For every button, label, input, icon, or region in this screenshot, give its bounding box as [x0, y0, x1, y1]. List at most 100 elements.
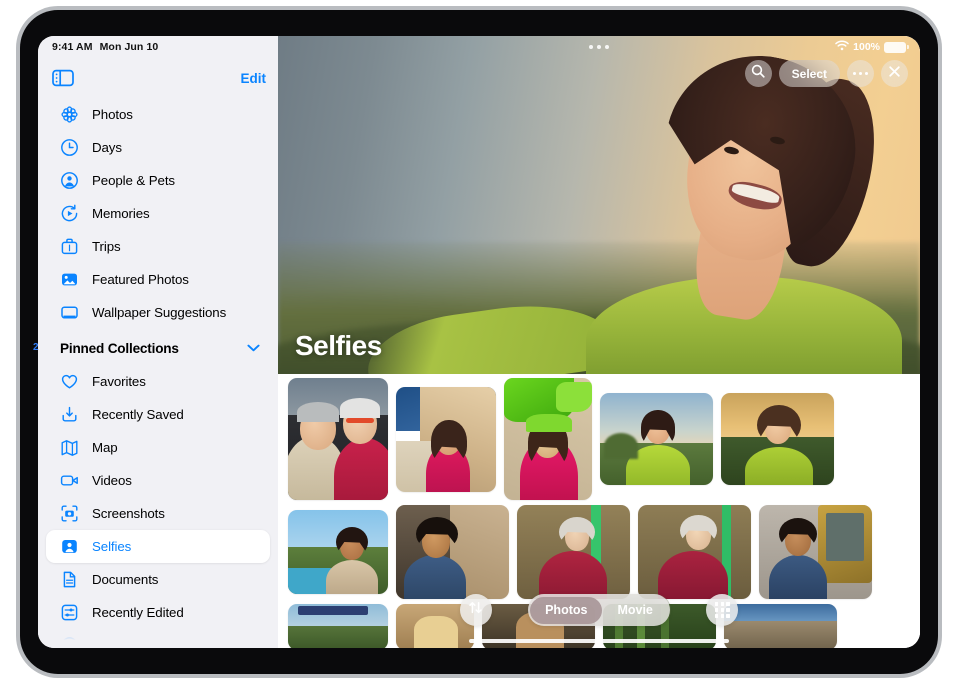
pinned-collections-header[interactable]: Pinned Collections: [38, 331, 278, 365]
photo-grid-row: [288, 378, 912, 500]
sidebar-item-wallpaper-suggestions[interactable]: Wallpaper Suggestions: [46, 296, 270, 329]
eye-icon: [60, 636, 79, 648]
sidebar-item-featured-photos[interactable]: Featured Photos: [46, 263, 270, 296]
more-options-icon: [853, 72, 868, 75]
edit-button[interactable]: Edit: [241, 71, 267, 86]
status-bar-left: 9:41 AM Mon Jun 10: [38, 36, 278, 58]
photo-thumbnail[interactable]: [288, 378, 388, 500]
photo-thumbnail[interactable]: [504, 378, 592, 500]
featured-photo-icon: [60, 270, 79, 289]
sidebar-toggle-icon[interactable]: [52, 69, 74, 87]
segment-label: Movie: [617, 603, 652, 617]
photo-thumbnail[interactable]: [288, 510, 388, 594]
detail-toolbar: Select: [745, 60, 908, 87]
sidebar-item-label: Trips: [92, 239, 121, 254]
photo-thumbnail[interactable]: [517, 505, 630, 599]
sidebar-item-trips[interactable]: Trips: [46, 230, 270, 263]
heart-icon: [60, 372, 79, 391]
sidebar-item-label: Photos: [92, 107, 133, 122]
ipad-device-frame: 2 9:41 AM Mon Jun 10: [16, 6, 942, 678]
hero-subject: [578, 44, 908, 374]
photo-thumbnail[interactable]: [638, 505, 751, 599]
close-button[interactable]: [881, 60, 908, 87]
sidebar-item-recently-viewed[interactable]: Recently Viewed: [46, 629, 270, 648]
selfie-person-icon: [60, 537, 79, 556]
suitcase-icon: [60, 237, 79, 256]
segment-label: Photos: [545, 603, 587, 617]
memories-play-icon: [60, 204, 79, 223]
download-box-icon: [60, 405, 79, 424]
photo-grid-row: [288, 505, 912, 599]
sort-button[interactable]: [460, 594, 492, 626]
sliders-icon: [60, 603, 79, 622]
sidebar-header: Edit: [38, 58, 278, 98]
photos-flower-icon: [60, 105, 79, 124]
photo-thumbnail[interactable]: [721, 393, 834, 485]
sidebar-item-label: People & Pets: [92, 173, 175, 188]
status-time: 9:41 AM: [52, 41, 93, 53]
sidebar-item-screenshots[interactable]: Screenshots: [46, 497, 270, 530]
select-button[interactable]: Select: [779, 60, 840, 87]
sidebar-item-label: Documents: [92, 572, 158, 587]
clock-icon: [60, 138, 79, 157]
sidebar-item-label: Map: [92, 440, 118, 455]
map-icon: [60, 438, 79, 457]
more-options-button[interactable]: [847, 60, 874, 87]
status-bar-right-region: 100%: [278, 36, 920, 58]
wifi-icon: [835, 40, 849, 54]
sidebar-item-label: Screenshots: [92, 506, 165, 521]
sidebar-item-people-pets[interactable]: People & Pets: [46, 164, 270, 197]
sidebar-item-label: Selfies: [92, 539, 131, 554]
sidebar-item-label: Featured Photos: [92, 272, 189, 287]
sidebar-item-label: Memories: [92, 206, 150, 221]
sidebar-item-label: Wallpaper Suggestions: [92, 305, 226, 320]
sidebar-item-photos[interactable]: Photos: [46, 98, 270, 131]
grid-layout-icon: [715, 602, 730, 617]
segment-photos[interactable]: Photos: [530, 597, 602, 624]
annotation-marker-2: 2: [33, 342, 39, 353]
ipad-screen: 9:41 AM Mon Jun 10 Edit: [38, 36, 920, 648]
select-label: Select: [792, 67, 827, 81]
sidebar-item-memories[interactable]: Memories: [46, 197, 270, 230]
close-x-icon: [888, 65, 901, 83]
sidebar-item-documents[interactable]: Documents: [46, 563, 270, 596]
detail-pane: Selfies 100%: [278, 36, 920, 648]
photo-thumbnail[interactable]: [396, 387, 496, 492]
document-icon: [60, 570, 79, 589]
sidebar-item-recently-saved[interactable]: Recently Saved: [46, 398, 270, 431]
multitasking-dots-icon[interactable]: [589, 45, 609, 49]
device-bezel: 9:41 AM Mon Jun 10 Edit: [20, 10, 938, 674]
battery-percent-label: 100%: [853, 41, 880, 53]
sidebar: 9:41 AM Mon Jun 10 Edit: [38, 36, 278, 648]
chevron-down-icon[interactable]: [247, 339, 260, 357]
home-indicator[interactable]: [469, 639, 729, 644]
person-circle-icon: [60, 171, 79, 190]
sidebar-item-label: Favorites: [92, 374, 146, 389]
media-type-segmented-control: Photos Movie: [528, 594, 671, 626]
sidebar-item-favorites[interactable]: Favorites: [46, 365, 270, 398]
sidebar-item-label: Recently Edited: [92, 605, 184, 620]
sidebar-item-map[interactable]: Map: [46, 431, 270, 464]
sidebar-item-label: Recently Saved: [92, 407, 184, 422]
screenshot-frame-icon: [60, 504, 79, 523]
grid-layout-button[interactable]: [706, 594, 738, 626]
sidebar-item-label: Days: [92, 140, 122, 155]
bottom-control-bar: Photos Movie: [278, 594, 920, 626]
search-icon: [751, 64, 765, 83]
section-title: Pinned Collections: [60, 341, 179, 356]
photo-thumbnail[interactable]: [759, 505, 872, 599]
page-title: Selfies: [295, 330, 382, 362]
sidebar-item-videos[interactable]: Videos: [46, 464, 270, 497]
sidebar-item-selfies[interactable]: Selfies: [46, 530, 270, 563]
sort-arrows-icon: [468, 600, 483, 620]
battery-icon: [884, 42, 906, 53]
sidebar-item-label: Recently Viewed: [92, 638, 189, 648]
photo-thumbnail[interactable]: [600, 393, 713, 485]
video-camera-icon: [60, 471, 79, 490]
status-date: Mon Jun 10: [100, 41, 159, 53]
sidebar-item-days[interactable]: Days: [46, 131, 270, 164]
segment-movie[interactable]: Movie: [602, 597, 667, 624]
sidebar-item-recently-edited[interactable]: Recently Edited: [46, 596, 270, 629]
photo-thumbnail[interactable]: [396, 505, 509, 599]
search-button[interactable]: [745, 60, 772, 87]
